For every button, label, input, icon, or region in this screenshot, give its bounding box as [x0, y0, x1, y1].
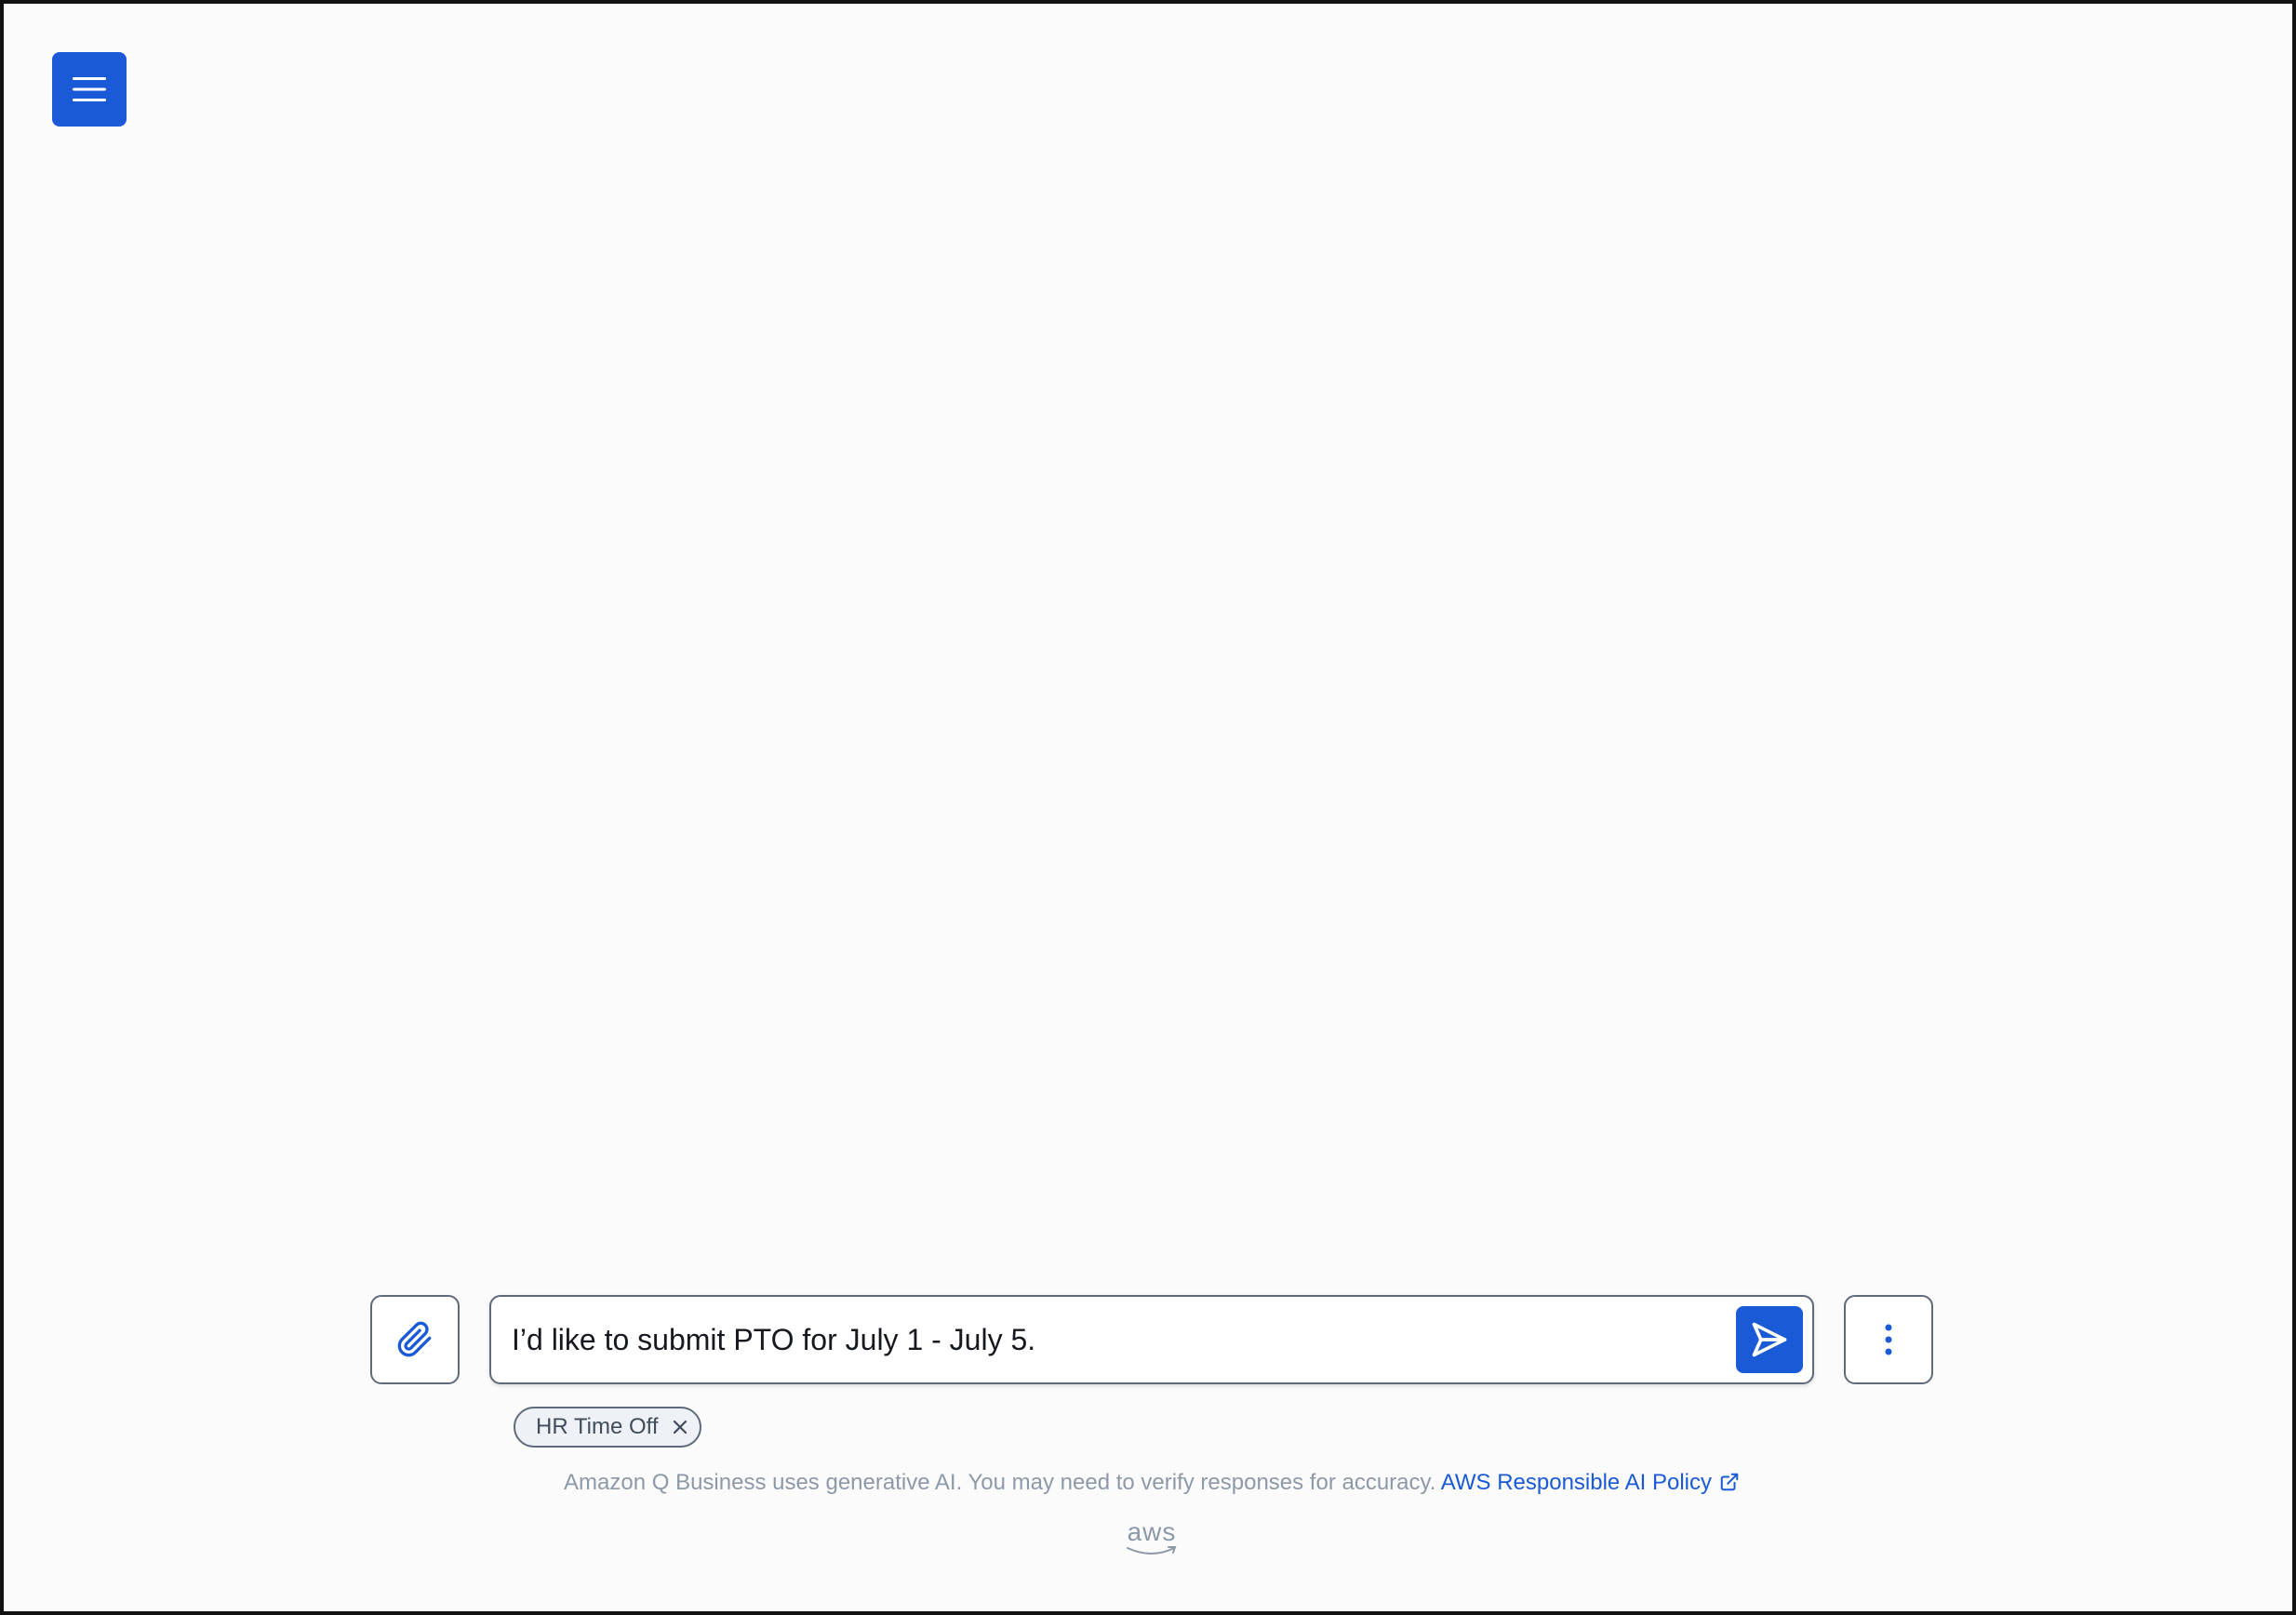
prompt-input[interactable] [512, 1310, 1712, 1369]
policy-link-label: AWS Responsible AI Policy [1440, 1470, 1712, 1495]
plugin-chip-label: HR Time Off [536, 1414, 659, 1439]
plugin-chip: HR Time Off [514, 1407, 701, 1448]
disclaimer-text: Amazon Q Business uses generative AI. Yo… [564, 1470, 1436, 1495]
attach-file-button[interactable] [370, 1295, 460, 1384]
menu-button[interactable] [52, 52, 127, 127]
send-button[interactable] [1736, 1306, 1803, 1373]
aws-logo: aws [1115, 1518, 1189, 1559]
close-icon [673, 1420, 687, 1435]
aws-smile-icon [1127, 1546, 1177, 1555]
responsible-ai-policy-link[interactable]: AWS Responsible AI Policy [1441, 1470, 1740, 1495]
ai-disclaimer: Amazon Q Business uses generative AI. Yo… [4, 1470, 2296, 1496]
hamburger-menu-icon [73, 77, 106, 101]
paper-plane-send-icon [1752, 1322, 1787, 1357]
plugin-chip-remove-button[interactable] [672, 1419, 688, 1435]
vertical-ellipsis-icon [1885, 1324, 1892, 1355]
prompt-input-container [489, 1295, 1814, 1384]
composer [370, 1295, 1933, 1384]
more-options-button[interactable] [1844, 1295, 1933, 1384]
app-window: HR Time Off Amazon Q Business uses gener… [0, 0, 2296, 1615]
external-link-icon [1720, 1473, 1739, 1491]
aws-logo-text: aws [1127, 1517, 1177, 1546]
paperclip-icon [397, 1321, 432, 1357]
